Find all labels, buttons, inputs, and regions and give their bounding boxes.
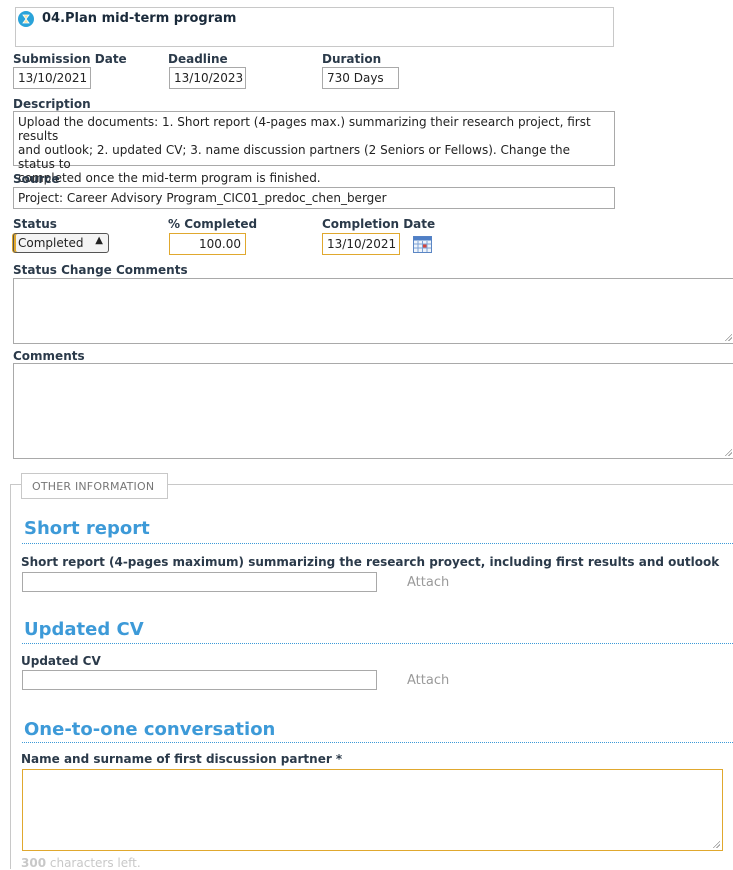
submission-date-label: Submission Date [13, 52, 127, 66]
description-line: completed once the mid-term program is f… [18, 171, 321, 185]
status-select[interactable]: Completed ▲ [13, 233, 109, 253]
status-change-comments-textarea[interactable] [13, 278, 733, 344]
status-label: Status [13, 217, 57, 231]
updated-cv-attach-link[interactable]: Attach [407, 673, 449, 688]
task-title: 04.Plan mid-term program [42, 11, 237, 26]
short-report-attach-link[interactable]: Attach [407, 575, 449, 590]
updated-cv-heading: Updated CV [24, 619, 144, 640]
chars-left-text: characters left. [46, 856, 141, 870]
first-partner-field-label: Name and surname of first discussion par… [21, 752, 343, 766]
updated-cv-file-input[interactable] [22, 670, 377, 690]
short-report-heading: Short report [24, 518, 150, 539]
status-change-comments-label: Status Change Comments [13, 263, 188, 277]
resize-handle-icon[interactable] [724, 333, 732, 341]
description-label: Description [13, 97, 91, 111]
resize-handle-icon[interactable] [724, 448, 732, 456]
description-line: and outlook; 2. updated CV; 3. name disc… [18, 143, 570, 171]
deadline-field[interactable]: 13/10/2023 [169, 67, 246, 89]
duration-label: Duration [322, 52, 382, 66]
section-divider [22, 742, 733, 743]
deadline-label: Deadline [168, 52, 228, 66]
fieldset-border-left [10, 484, 11, 869]
comments-textarea[interactable] [13, 363, 733, 459]
description-field[interactable]: Upload the documents: 1. Short report (4… [13, 111, 615, 185]
short-report-file-input[interactable] [22, 572, 377, 592]
status-select-value: Completed [18, 236, 84, 250]
completion-date-label: Completion Date [322, 217, 436, 231]
first-partner-textarea[interactable] [22, 769, 723, 851]
chars-left-count: 300 [21, 856, 47, 870]
calendar-icon[interactable] [413, 236, 432, 253]
source-field[interactable]: Project: Career Advisory Program_CIC01_p… [13, 187, 615, 209]
duration-field[interactable]: 730 Days [322, 67, 399, 89]
other-information-legend: OTHER INFORMATION [21, 473, 168, 499]
section-divider [22, 543, 733, 544]
submission-date-field[interactable]: 13/10/2021 [13, 67, 91, 89]
percent-completed-label: % Completed [168, 217, 258, 231]
section-divider [22, 643, 733, 644]
description-line: Upload the documents: 1. Short report (4… [18, 115, 591, 143]
source-label: Source [13, 172, 60, 186]
comments-label: Comments [13, 349, 85, 363]
percent-completed-field[interactable]: 100.00 [169, 233, 246, 255]
select-arrows-icon: ▲ [95, 235, 103, 246]
updated-cv-field-label: Updated CV [21, 654, 101, 668]
completion-date-field[interactable]: 13/10/2021 [322, 233, 400, 255]
hourglass-icon [18, 11, 34, 27]
conversation-heading: One-to-one conversation [24, 719, 276, 740]
chars-left-counter: 300 characters left. [21, 856, 141, 870]
resize-handle-icon[interactable] [712, 840, 720, 848]
short-report-field-label: Short report (4-pages maximum) summarizi… [21, 555, 720, 569]
